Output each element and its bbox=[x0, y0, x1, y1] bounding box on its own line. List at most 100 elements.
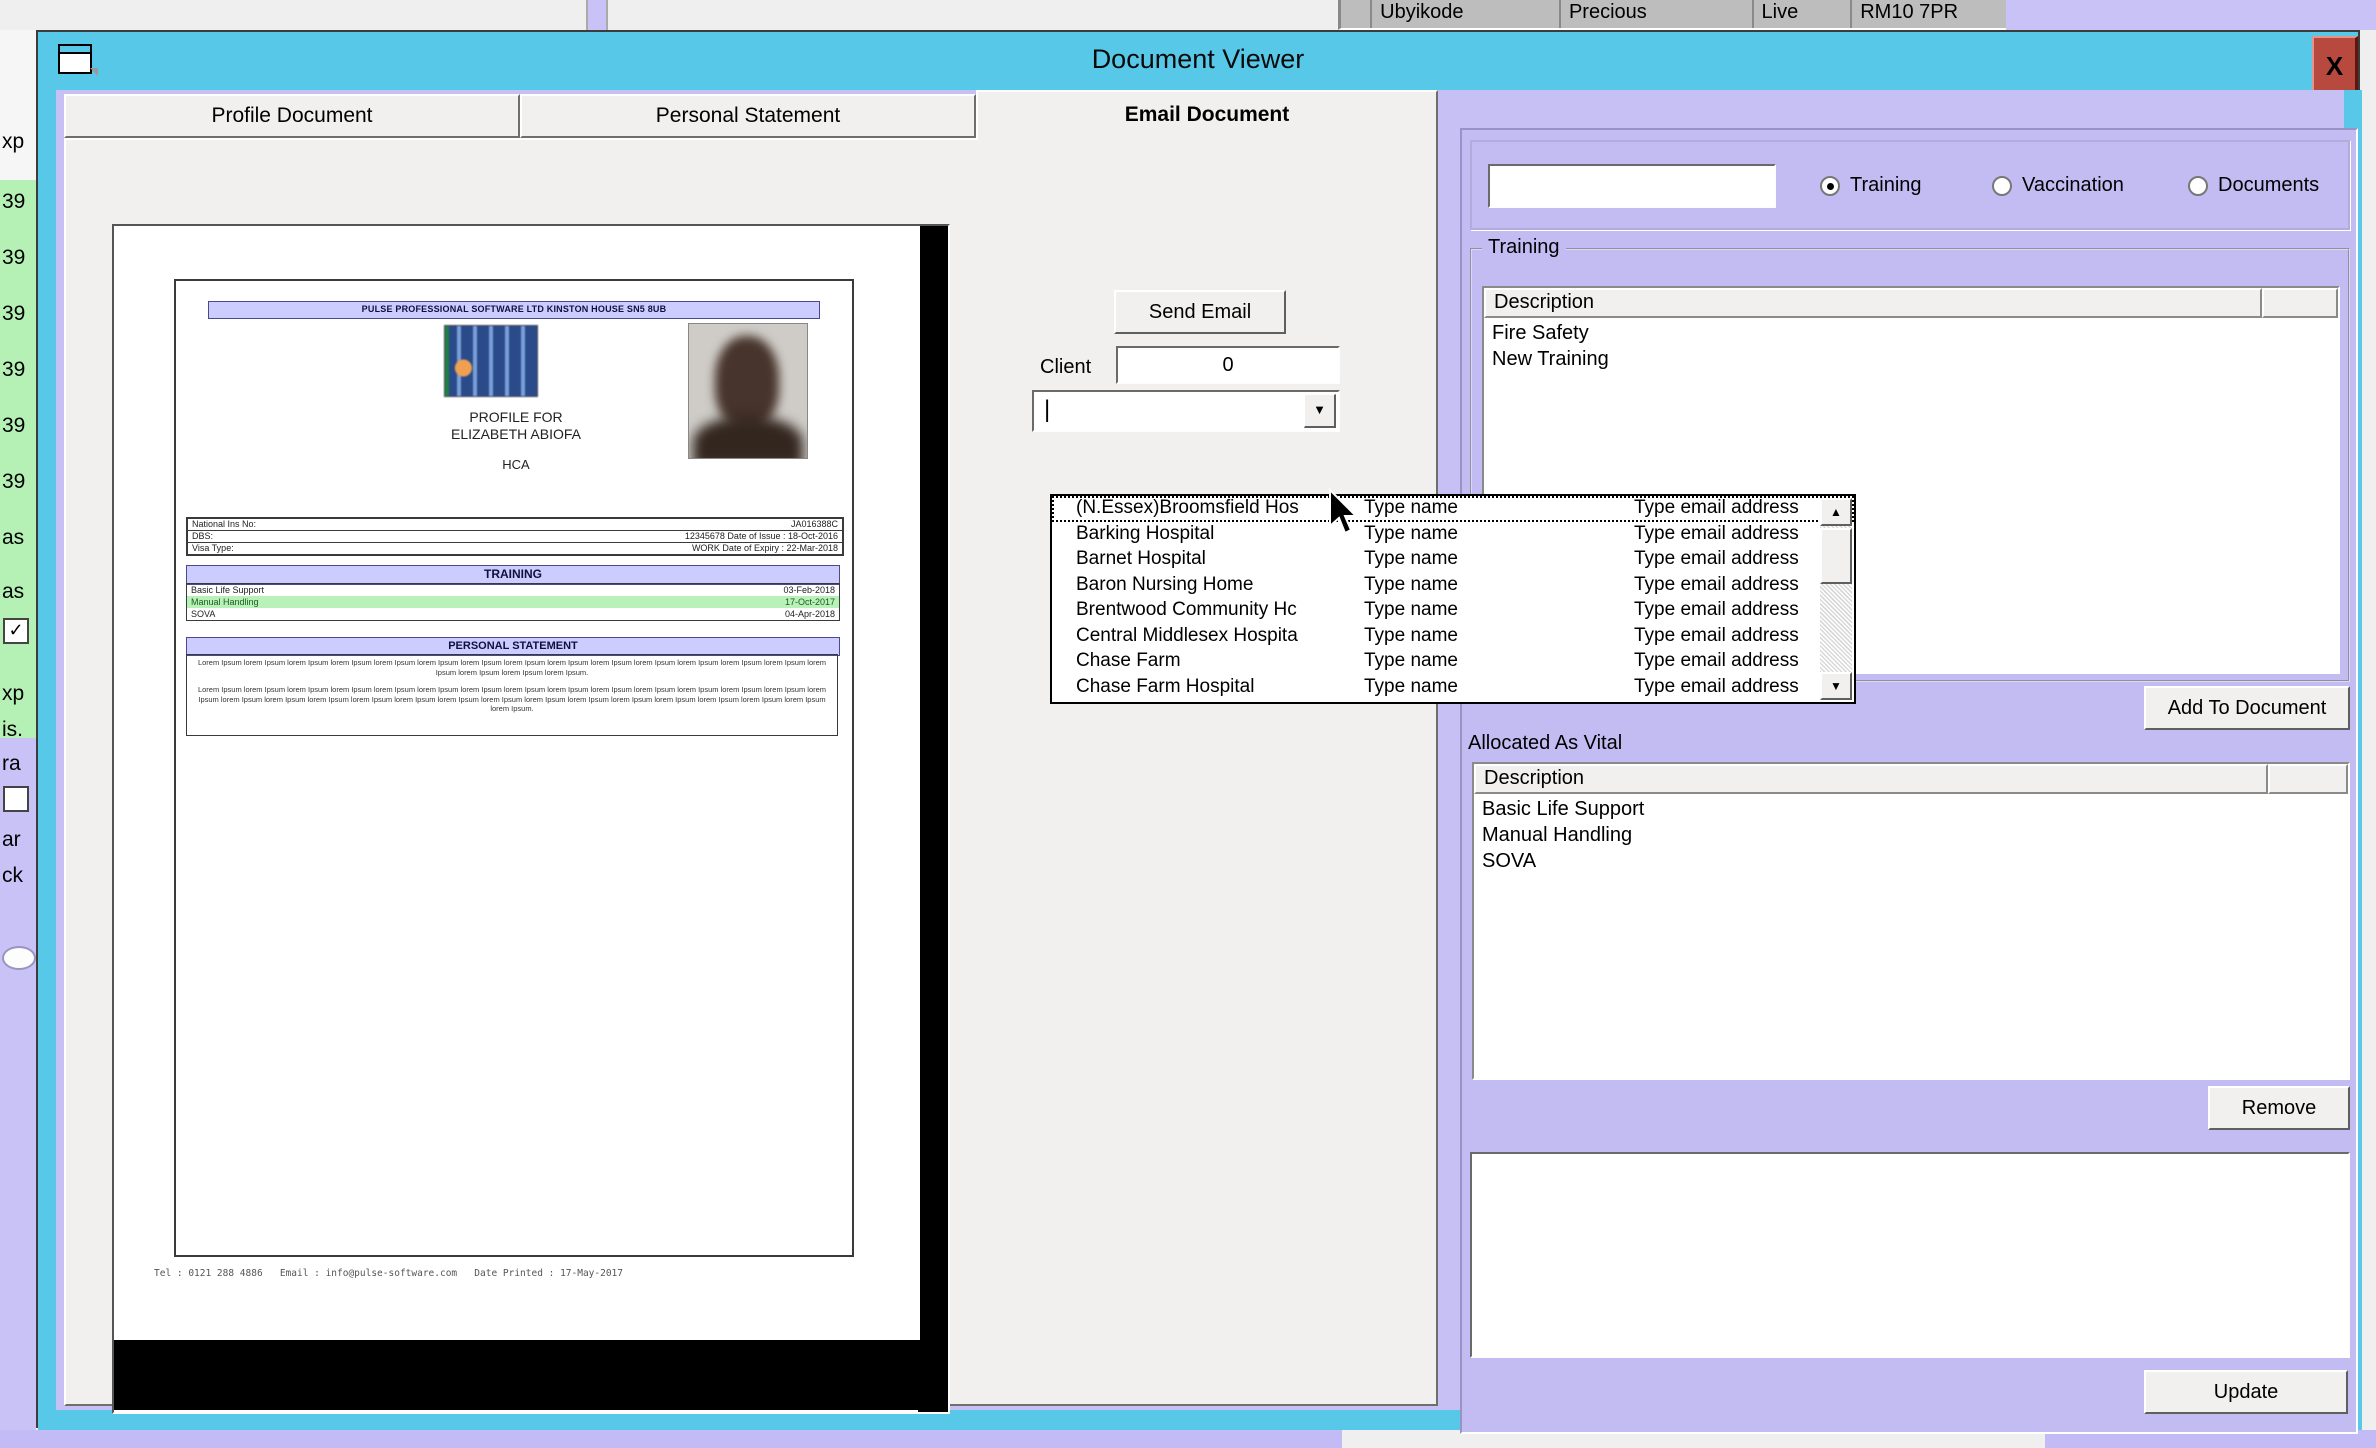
down-arrow-icon: ▼ bbox=[1830, 679, 1842, 693]
document-viewer-dialog: Document Viewer X Profile Document Perso… bbox=[36, 30, 2360, 1428]
training-name: Manual Handling bbox=[191, 596, 259, 608]
training-row: Basic Life Support03-Feb-2018 bbox=[187, 584, 839, 596]
training-row: SOVA04-Apr-2018 bbox=[187, 608, 839, 620]
allocated-listbox[interactable]: Description Basic Life Support Manual Ha… bbox=[1472, 762, 2350, 1080]
tab-profile-document[interactable]: Profile Document bbox=[64, 94, 520, 138]
text-caret: | bbox=[1044, 396, 1050, 424]
allocated-as-vital-label: Allocated As Vital bbox=[1468, 732, 1622, 755]
column-header-extra[interactable] bbox=[2268, 764, 2348, 794]
client-label: Client bbox=[1040, 356, 1091, 379]
chevron-down-icon: ▼ bbox=[1313, 402, 1326, 417]
grid-cell-empty bbox=[1341, 0, 1372, 28]
training-table: Basic Life Support03-Feb-2018 Manual Han… bbox=[186, 583, 840, 621]
page-edge-bottom bbox=[114, 1338, 948, 1410]
info-value: JA016388C bbox=[791, 519, 838, 530]
dialog-frame-left bbox=[38, 90, 56, 1412]
radio-training[interactable] bbox=[1820, 176, 1840, 196]
client-id-field[interactable]: 0 bbox=[1116, 346, 1340, 384]
list-item[interactable]: Fire Safety bbox=[1484, 320, 2338, 346]
list-item[interactable]: New Training bbox=[1484, 346, 2338, 372]
grid-cell-surname: Ubyikode bbox=[1372, 0, 1561, 28]
left-radio-shape bbox=[2, 946, 36, 970]
info-value: WORK Date of Expiry : 22-Mar-2018 bbox=[692, 543, 838, 554]
tab-personal-statement[interactable]: Personal Statement bbox=[520, 94, 976, 138]
column-header-extra[interactable] bbox=[2262, 288, 2338, 318]
dialog-body: Profile Document Personal Statement Emai… bbox=[56, 90, 2344, 1410]
right-panel: Training Vaccination Documents Training … bbox=[1460, 128, 2358, 1434]
scrollbar-thumb[interactable] bbox=[1820, 528, 1852, 584]
profile-role: HCA bbox=[296, 457, 736, 472]
dropdown-row[interactable]: Chase Farm HospitalType nameType email a… bbox=[1052, 675, 1854, 701]
client-combobox[interactable]: | ▼ bbox=[1032, 390, 1340, 432]
page-edge-right bbox=[918, 226, 948, 1412]
background-grid-row: Ubyikode Precious Live RM10 7PR bbox=[1338, 0, 2012, 30]
update-button[interactable]: Update bbox=[2144, 1370, 2348, 1414]
combobox-dropdown-button[interactable]: ▼ bbox=[1304, 394, 1336, 428]
training-section-header: TRAINING bbox=[186, 565, 840, 585]
dropdown-scrollbar[interactable]: ▲ ▼ bbox=[1820, 498, 1852, 700]
training-group-label: Training bbox=[1482, 236, 1566, 259]
radio-training-label[interactable]: Training bbox=[1850, 174, 1922, 197]
list-item[interactable]: SOVA bbox=[1474, 848, 2348, 874]
close-icon: X bbox=[2326, 51, 2343, 81]
dropdown-row[interactable]: Brentwood Community HcType nameType emai… bbox=[1052, 598, 1854, 624]
dialog-title: Document Viewer bbox=[38, 44, 2358, 75]
info-row: DBS: 12345678 Date of Issue : 18-Oct-2016 bbox=[188, 531, 842, 543]
radio-vaccination[interactable] bbox=[1992, 176, 2012, 196]
client-dropdown-list[interactable]: (N.Essex)Broomsfield HosType nameType em… bbox=[1050, 494, 1856, 704]
remove-button[interactable]: Remove bbox=[2208, 1086, 2350, 1130]
notes-textarea[interactable] bbox=[1470, 1152, 2350, 1358]
training-name: SOVA bbox=[191, 608, 215, 620]
scroll-up-button[interactable]: ▲ bbox=[1820, 498, 1852, 526]
scroll-down-button[interactable]: ▼ bbox=[1820, 672, 1852, 700]
company-logo bbox=[444, 325, 538, 397]
allocated-items: Basic Life Support Manual Handling SOVA bbox=[1474, 796, 2348, 874]
left-checkbox[interactable]: ✓ bbox=[3, 618, 29, 644]
send-email-button[interactable]: Send Email bbox=[1114, 290, 1286, 334]
dropdown-row[interactable]: Baron Nursing HomeType nameType email ad… bbox=[1052, 573, 1854, 599]
training-date: 03-Feb-2018 bbox=[783, 584, 835, 596]
grid-cell-postcode: RM10 7PR bbox=[1852, 0, 2009, 28]
dropdown-row[interactable]: Chase FarmType nameType email address bbox=[1052, 649, 1854, 675]
grid-cell-forename: Precious bbox=[1561, 0, 1754, 28]
info-row: Visa Type: WORK Date of Expiry : 22-Mar-2… bbox=[188, 543, 842, 554]
statement-paragraph: Lorem Ipsum lorem Ipsum lorem Ipsum lore… bbox=[197, 685, 827, 714]
column-header-description[interactable]: Description bbox=[1484, 288, 2262, 318]
dropdown-row[interactable]: Barking HospitalType nameType email addr… bbox=[1052, 522, 1854, 548]
dialog-titlebar[interactable]: Document Viewer bbox=[38, 32, 2358, 90]
list-item[interactable]: Manual Handling bbox=[1474, 822, 2348, 848]
list-item[interactable]: Basic Life Support bbox=[1474, 796, 2348, 822]
background-lavender bbox=[2006, 0, 2376, 30]
training-date: 17-Oct-2017 bbox=[785, 596, 835, 608]
info-table: National Ins No:JA016388C DBS: 12345678 D… bbox=[186, 517, 844, 556]
profile-title-line1: PROFILE FOR bbox=[296, 409, 736, 426]
document-footer: Tel : 0121 288 4886 Email : info@pulse-s… bbox=[154, 1268, 854, 1279]
filter-frame: Training Vaccination Documents bbox=[1470, 140, 2350, 230]
close-button[interactable]: X bbox=[2312, 36, 2358, 94]
info-row: National Ins No:JA016388C bbox=[188, 519, 842, 531]
info-label: Visa Type: bbox=[192, 543, 234, 554]
info-label: DBS: bbox=[192, 531, 213, 542]
radio-documents-label[interactable]: Documents bbox=[2218, 174, 2319, 197]
allocated-listbox-header: Description bbox=[1474, 764, 2348, 794]
grid-cell-status: Live bbox=[1754, 0, 1853, 28]
statement-text: Lorem Ipsum lorem Ipsum lorem Ipsum lore… bbox=[186, 654, 838, 736]
search-input[interactable] bbox=[1488, 164, 1776, 208]
tab-email-document[interactable]: Email Document bbox=[976, 90, 1438, 140]
left-checkbox[interactable] bbox=[3, 786, 29, 812]
radio-documents[interactable] bbox=[2188, 176, 2208, 196]
radio-selected-dot bbox=[1827, 183, 1834, 190]
dropdown-row[interactable]: Barnet HospitalType nameType email addre… bbox=[1052, 547, 1854, 573]
document-preview[interactable]: PULSE PROFESSIONAL SOFTWARE LTD KINSTON … bbox=[112, 224, 950, 1414]
info-value: 12345678 Date of Issue : 18-Oct-2016 bbox=[685, 531, 838, 542]
profile-title: PROFILE FOR ELIZABETH ABIOFA bbox=[296, 409, 736, 443]
column-header-description[interactable]: Description bbox=[1474, 764, 2268, 794]
add-to-document-button[interactable]: Add To Document bbox=[2144, 686, 2350, 730]
profile-title-line2: ELIZABETH ABIOFA bbox=[296, 426, 736, 443]
dropdown-row[interactable]: (N.Essex)Broomsfield HosType nameType em… bbox=[1052, 496, 1854, 522]
document-header-bar: PULSE PROFESSIONAL SOFTWARE LTD KINSTON … bbox=[208, 301, 820, 319]
background-bottom-left bbox=[0, 1430, 1342, 1448]
dropdown-row[interactable]: Central Middlesex HospitaType nameType e… bbox=[1052, 624, 1854, 650]
training-row-highlighted: Manual Handling 17-Oct-2017 bbox=[187, 596, 839, 608]
radio-vaccination-label[interactable]: Vaccination bbox=[2022, 174, 2124, 197]
